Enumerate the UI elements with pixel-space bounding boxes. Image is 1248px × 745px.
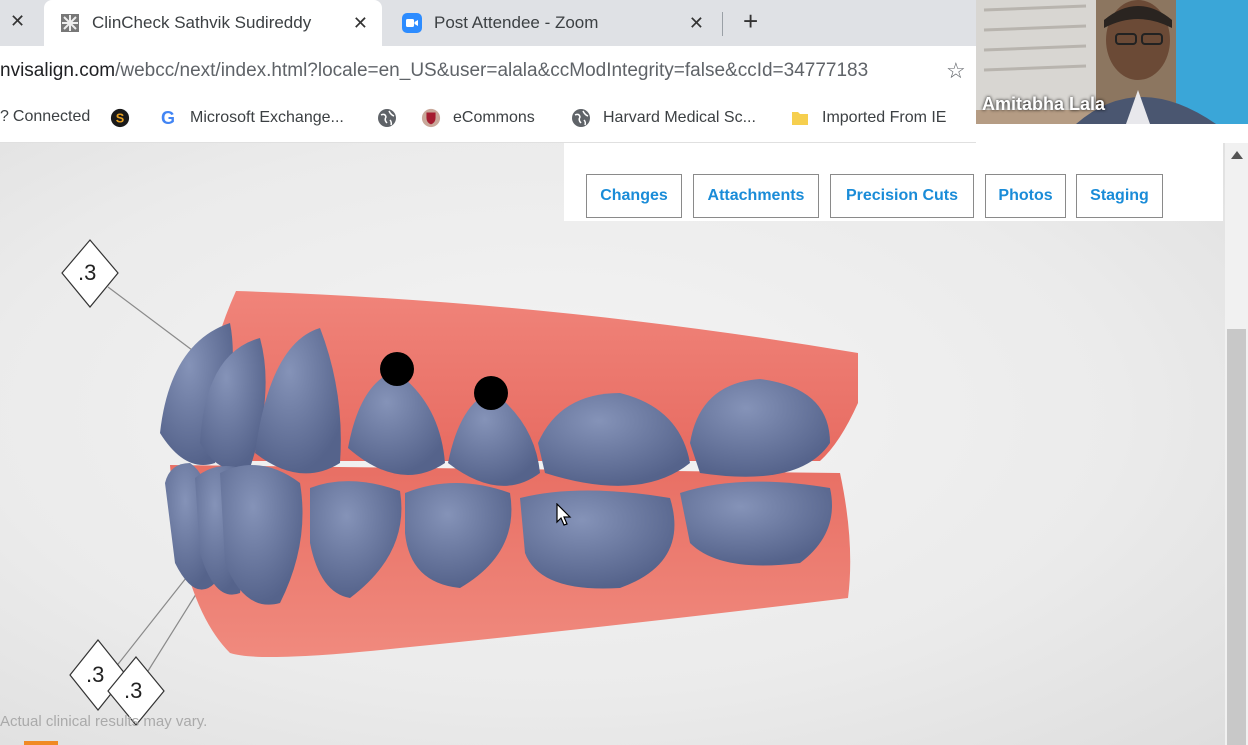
bookmark-s-logo[interactable]: S bbox=[110, 108, 142, 128]
tab-zoom[interactable]: Post Attendee - Zoom ✕ bbox=[386, 0, 718, 46]
measurement-label: .3 bbox=[86, 662, 105, 687]
attachment-marker bbox=[380, 352, 414, 386]
globe-icon bbox=[377, 108, 397, 128]
close-tab-icon[interactable]: ✕ bbox=[353, 13, 368, 34]
participant-name: Amitabha Lala bbox=[982, 94, 1106, 114]
close-tab-icon[interactable]: ✕ bbox=[10, 11, 25, 32]
participant-video: Amitabha Lala bbox=[976, 0, 1248, 124]
new-tab-icon[interactable]: + bbox=[743, 6, 758, 37]
close-tab-icon[interactable]: ✕ bbox=[689, 13, 704, 34]
scroll-up-icon[interactable] bbox=[1231, 151, 1243, 159]
tab-title: Post Attendee - Zoom bbox=[434, 13, 599, 32]
bookmark-ecommons[interactable]: eCommons bbox=[421, 108, 535, 128]
measurement-label: .3 bbox=[78, 260, 97, 285]
google-icon: G bbox=[158, 108, 178, 128]
bookmark-star-icon[interactable]: ☆ bbox=[946, 58, 966, 84]
bookmark-globe[interactable] bbox=[377, 108, 409, 128]
harvard-shield-icon bbox=[421, 108, 441, 128]
tab-separator bbox=[722, 12, 723, 36]
svg-text:G: G bbox=[161, 108, 175, 128]
bookmark-imported-from-ie[interactable]: Imported From IE bbox=[790, 108, 946, 128]
folder-icon bbox=[790, 108, 810, 128]
tab-title: ClinCheck Sathvik Sudireddy bbox=[92, 13, 312, 32]
bookmark-microsoft-exchange[interactable]: G Microsoft Exchange... bbox=[158, 108, 344, 128]
tab-strip: ✕ ClinCheck Sathvik Sudireddy ✕ Post Att… bbox=[0, 0, 976, 46]
attachment-marker bbox=[474, 376, 508, 410]
zoom-favicon-icon bbox=[402, 13, 422, 33]
disclaimer-text: Actual clinical results may vary. bbox=[0, 713, 208, 730]
address-bar[interactable]: nvisalign.com/webcc/next/index.html?loca… bbox=[0, 46, 976, 96]
clincheck-3d-viewport[interactable]: Changes Attachments Precision Cuts Photo… bbox=[0, 143, 1225, 745]
globe-icon bbox=[571, 108, 591, 128]
bookmarks-bar: ? Connected S G Microsoft Exchange... eC… bbox=[0, 96, 976, 143]
scroll-thumb[interactable] bbox=[1227, 329, 1246, 745]
s-logo-icon: S bbox=[110, 108, 130, 128]
bookmark-connected[interactable]: ? Connected bbox=[0, 108, 90, 126]
connected-icon: ? bbox=[0, 108, 9, 125]
clincheck-favicon-icon bbox=[60, 13, 80, 33]
url-text[interactable]: nvisalign.com/webcc/next/index.html?loca… bbox=[0, 60, 868, 82]
measurement-label: .3 bbox=[124, 678, 143, 703]
bookmarks-overflow bbox=[976, 124, 1248, 144]
svg-text:S: S bbox=[116, 111, 124, 126]
mouse-cursor-icon bbox=[556, 503, 572, 526]
dental-model[interactable] bbox=[0, 143, 1225, 745]
tab-clincheck[interactable]: ClinCheck Sathvik Sudireddy ✕ bbox=[44, 0, 382, 46]
bookmark-harvard-medical[interactable]: Harvard Medical Sc... bbox=[571, 108, 756, 128]
vertical-scrollbar[interactable] bbox=[1225, 143, 1248, 745]
progress-indicator bbox=[24, 741, 58, 745]
